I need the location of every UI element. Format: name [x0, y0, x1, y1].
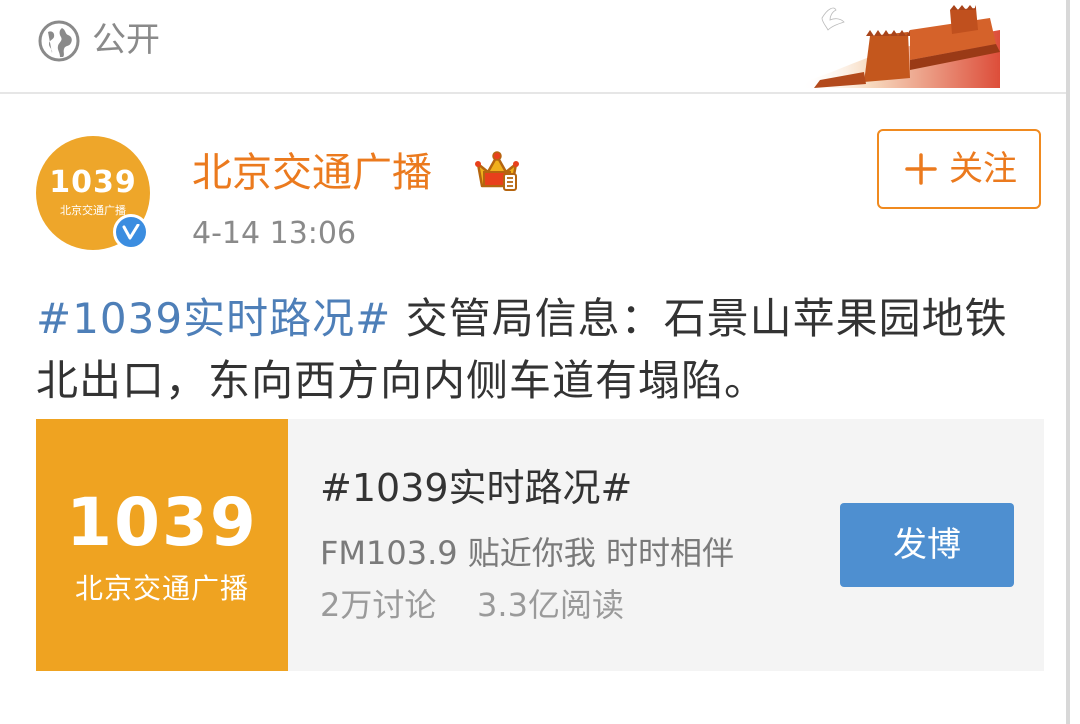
post-visibility-bar: 公开	[0, 0, 1066, 94]
plus-icon	[905, 153, 937, 185]
topic-title: #1039实时路况#	[320, 466, 633, 510]
follow-button-label: 关注	[949, 149, 1017, 189]
author-name[interactable]: 北京交通广播	[192, 148, 432, 198]
crown-membership-icon[interactable]	[474, 150, 520, 192]
topic-thumbnail: 1039 北京交通广播	[36, 419, 288, 671]
topic-card[interactable]: 1039 北京交通广播 #1039实时路况# FM103.9 贴近你我 时时相伴…	[36, 419, 1044, 671]
hashtag-link[interactable]: #1039实时路况#	[36, 294, 391, 343]
great-wall-decoration	[800, 5, 1000, 88]
visibility-label: 公开	[92, 20, 160, 60]
post-timestamp: 4-14 13:06	[192, 216, 357, 251]
follow-button[interactable]: 关注	[877, 129, 1041, 209]
avatar-logo-text: 1039	[49, 165, 137, 200]
author-avatar[interactable]: 1039 北京交通广播	[36, 136, 150, 250]
topic-stats: 2万讨论 3.3亿阅读	[320, 586, 624, 624]
post-body: #1039实时路况# 交管局信息：石景山苹果园地铁北出口，东向西方向内侧车道有塌…	[36, 288, 1046, 412]
globe-icon	[38, 20, 80, 62]
thumbnail-logo-subtext: 北京交通广播	[74, 572, 249, 605]
verified-badge-icon	[113, 214, 149, 250]
scrollbar[interactable]	[1070, 0, 1080, 724]
thumbnail-logo-text: 1039	[66, 484, 258, 561]
topic-description: FM103.9 贴近你我 时时相伴	[320, 534, 734, 572]
weibo-post-page: 公开 1039 北京交通广播 北京交通广播 4-14 13:06 关注 #103…	[0, 0, 1080, 724]
post-to-topic-button[interactable]: 发博	[840, 503, 1014, 587]
scrollbar-track	[1066, 0, 1070, 724]
